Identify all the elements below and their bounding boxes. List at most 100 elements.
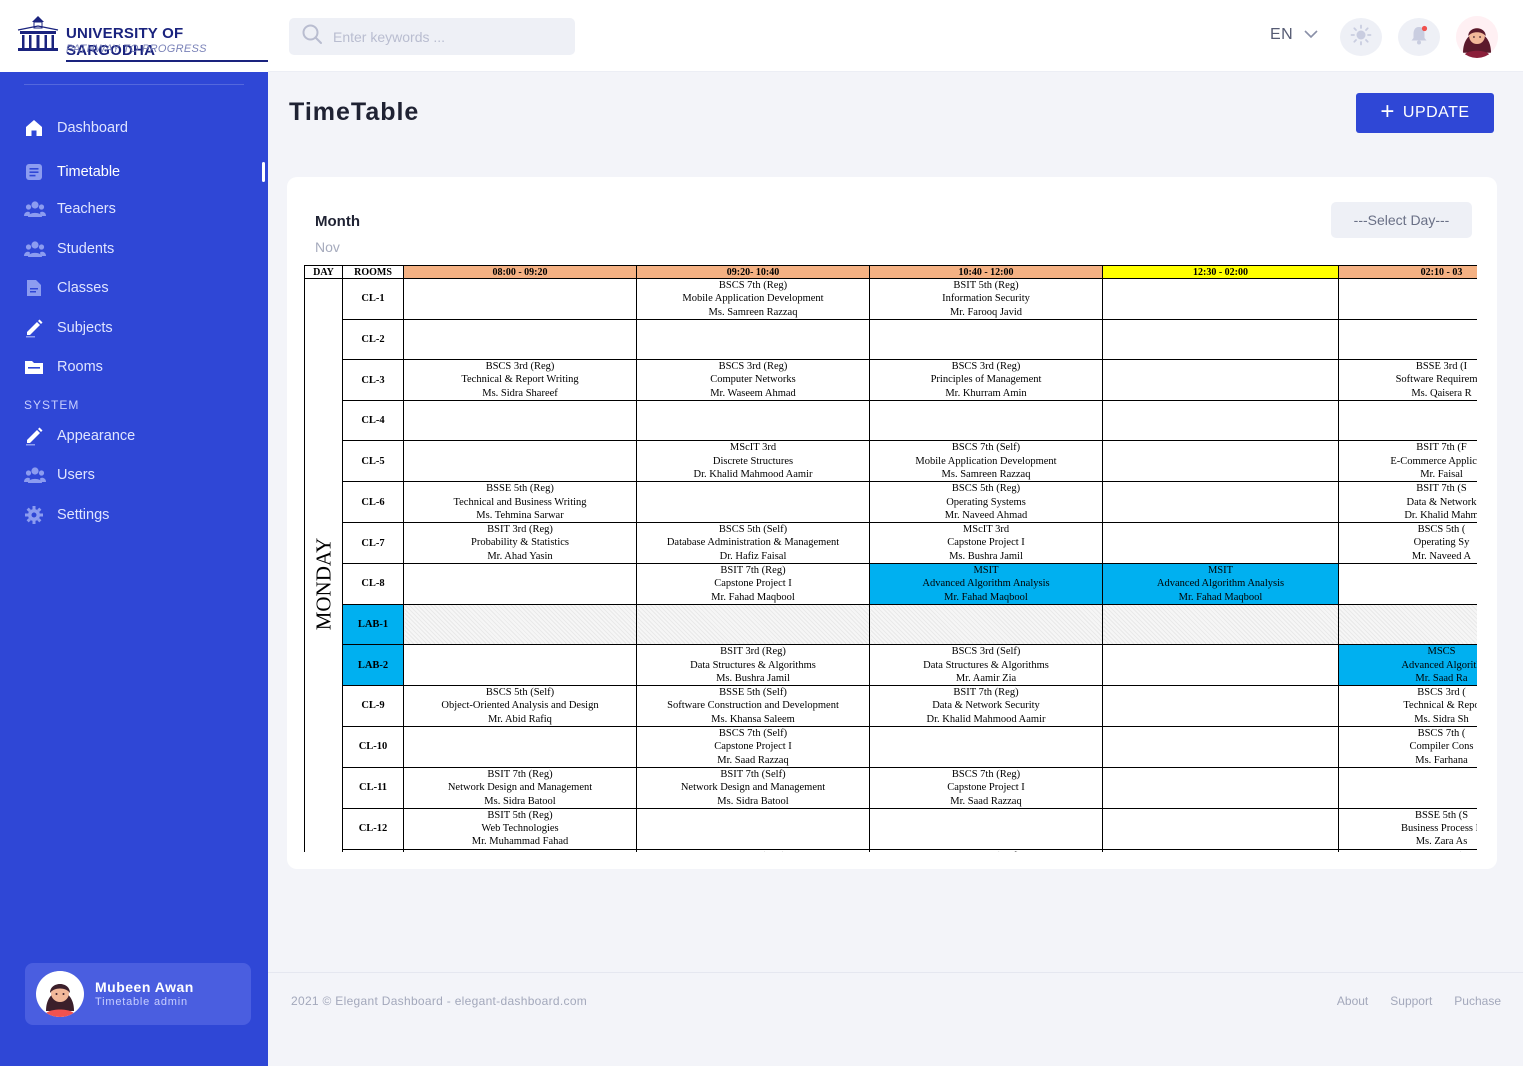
select-day-dropdown[interactable]: ---Select Day--- xyxy=(1331,202,1472,238)
class-slot-cell[interactable] xyxy=(636,807,870,850)
class-slot-cell[interactable] xyxy=(1338,400,1477,442)
class-slot-cell[interactable] xyxy=(869,726,1103,768)
class-slot-cell[interactable] xyxy=(636,400,870,442)
class-slot-cell[interactable] xyxy=(1102,807,1339,850)
sidebar-item-subjects[interactable]: Subjects xyxy=(0,308,268,348)
class-slot-cell[interactable]: BSCS 5th (Operating Sy Mr. Naveed A xyxy=(1338,522,1477,565)
class-slot-cell[interactable]: BSSE 5th (Self) Software Construction and… xyxy=(636,685,870,728)
class-slot-cell[interactable]: BSSE 5th (S Business Process E Ms. Zara As xyxy=(1338,807,1477,850)
language-selector[interactable]: EN xyxy=(1270,26,1319,44)
class-slot-cell[interactable]: BSSE 5th (Self) xyxy=(869,848,1103,852)
class-slot-cell[interactable] xyxy=(869,400,1103,442)
class-slot-cell[interactable] xyxy=(1102,726,1339,768)
sidebar-item-rooms[interactable]: Rooms xyxy=(0,347,268,387)
month-value[interactable]: Nov xyxy=(315,239,340,255)
class-slot-cell[interactable]: BSIT 7th (FE-Commerce ApplicatioMr. Fais… xyxy=(1338,440,1477,483)
class-slot-cell[interactable] xyxy=(869,603,1103,646)
footer-link-purchase[interactable]: Puchase xyxy=(1454,994,1501,1008)
class-slot-cell[interactable]: BSCS 7th (Compiler Cons Ms. Farhana xyxy=(1338,726,1477,768)
update-button[interactable]: + UPDATE xyxy=(1356,93,1494,133)
footer-link-about[interactable]: About xyxy=(1337,994,1368,1008)
class-slot-cell[interactable]: BSCS 7th (Self) Mobile Application Develo… xyxy=(869,440,1103,483)
class-slot-cell[interactable]: BSCS 7th (Self) Capstone Project I Mr. Saa… xyxy=(636,726,870,768)
class-slot-cell[interactable] xyxy=(1102,481,1339,524)
class-slot-cell[interactable] xyxy=(1102,318,1339,361)
class-slot-cell[interactable]: BSCS 3rd (Reg) Technical & Report Writing… xyxy=(403,359,637,402)
class-slot-cell[interactable]: BSIT 5th (Reg) Information Security Mr. Fa… xyxy=(869,278,1103,320)
class-slot-cell[interactable] xyxy=(403,644,637,687)
class-slot-cell[interactable]: BSSE 5th (Reg) Technical and Business Wri… xyxy=(403,481,637,524)
class-slot-cell[interactable] xyxy=(636,603,870,646)
class-slot-cell[interactable]: BSCS 3rd (Reg) Principles of Management Mr… xyxy=(869,359,1103,402)
class-slot-cell[interactable]: BSCS 7th (Reg) Capstone Project I Mr. Saad… xyxy=(869,766,1103,809)
class-slot-cell[interactable]: BSIT 3rd (Reg) Data Structures & Algorith… xyxy=(636,644,870,687)
class-slot-cell[interactable] xyxy=(403,318,637,361)
sidebar-item-appearance[interactable]: Appearance xyxy=(0,416,268,456)
theme-toggle-button[interactable] xyxy=(1340,18,1382,56)
class-slot-cell[interactable]: MScIT 3rd Discrete Structures Dr. Khalid M… xyxy=(636,440,870,483)
class-slot-cell[interactable]: BSIT 7th (Reg) Data & Network Security Dr.… xyxy=(869,685,1103,728)
search-input[interactable] xyxy=(333,28,553,45)
search-box[interactable] xyxy=(289,18,575,55)
class-slot-cell[interactable]: BSIT 7th (Self) Network Design and Manage… xyxy=(636,766,870,809)
class-slot-cell[interactable] xyxy=(1338,766,1477,809)
class-slot-cell[interactable] xyxy=(403,563,637,605)
class-slot-cell[interactable] xyxy=(403,278,637,320)
class-slot-cell[interactable] xyxy=(1102,440,1339,483)
class-slot-cell[interactable]: MSIT Advanced Algorithm Analysis Mr. Fahad… xyxy=(869,563,1103,605)
timetable-scroll-area[interactable]: DAY ROOMS 08:00 - 09:20 09:20- 10:40 10:… xyxy=(304,265,1477,852)
class-slot-cell[interactable]: MScIT 3rd Capstone Project I Ms. Bushra Ja… xyxy=(869,522,1103,565)
user-avatar[interactable] xyxy=(1456,16,1498,58)
class-slot-cell[interactable] xyxy=(1102,603,1339,646)
class-slot-cell[interactable]: BSCS 3rd (Reg) Computer Networks Mr. Wasee… xyxy=(636,359,870,402)
sidebar-item-users[interactable]: Users xyxy=(0,455,268,495)
class-slot-cell[interactable] xyxy=(1338,563,1477,605)
sidebar-item-classes[interactable]: Classes xyxy=(0,268,268,308)
class-slot-cell[interactable]: BSSE 3rd (ISoftware RequiremenMs. Qaiser… xyxy=(1338,359,1477,402)
class-slot-cell[interactable]: BSIT 5th (Reg) Web Technologies Mr. Muhamm… xyxy=(403,807,637,850)
class-slot-cell[interactable] xyxy=(636,481,870,524)
class-slot-cell[interactable] xyxy=(1102,766,1339,809)
class-slot-cell[interactable]: BSIT 7th (S Data & Network Dr. Khalid Mahm xyxy=(1338,481,1477,524)
room-cell: LAB-1 xyxy=(342,603,404,646)
class-slot-cell[interactable] xyxy=(869,318,1103,361)
class-slot-cell[interactable] xyxy=(1338,318,1477,361)
class-slot-cell[interactable]: BSIT 5th (Reg) xyxy=(636,848,870,852)
class-slot-cell[interactable] xyxy=(1102,278,1339,320)
class-slot-cell[interactable]: BSIT 7th (Reg) Capstone Project I Mr. Faha… xyxy=(636,563,870,605)
sidebar-item-timetable[interactable]: Timetable xyxy=(0,152,268,192)
class-slot-cell[interactable] xyxy=(1102,359,1339,402)
profile-card[interactable]: Mubeen Awan Timetable admin xyxy=(25,963,251,1025)
sidebar-item-teachers[interactable]: Teachers xyxy=(0,189,268,229)
class-slot-cell[interactable]: BSCS 5th (Self) Object-Oriented Analysis … xyxy=(403,685,637,728)
sidebar-item-settings[interactable]: Settings xyxy=(0,495,268,535)
class-slot-cell[interactable]: BSIT 5th (S xyxy=(1338,848,1477,852)
class-slot-cell[interactable]: BSIT 7th (Reg) Network Design and Managem… xyxy=(403,766,637,809)
class-slot-cell[interactable] xyxy=(1338,278,1477,320)
footer-link-support[interactable]: Support xyxy=(1390,994,1432,1008)
class-slot-cell[interactable] xyxy=(1338,603,1477,646)
class-slot-cell[interactable]: BSCS 3rd (Technical & Repo Ms. Sidra Sh xyxy=(1338,685,1477,728)
notifications-button[interactable] xyxy=(1398,18,1440,56)
class-slot-cell[interactable] xyxy=(1102,685,1339,728)
class-slot-cell[interactable] xyxy=(1102,400,1339,442)
class-slot-cell[interactable] xyxy=(1102,848,1339,852)
class-slot-cell[interactable]: BSCS 7th (Reg) Mobile Application Develop… xyxy=(636,278,870,320)
class-slot-cell[interactable]: BSCS 5th (Reg) Operating Systems Mr. Navee… xyxy=(869,481,1103,524)
class-slot-cell[interactable] xyxy=(403,848,637,852)
class-slot-cell[interactable]: MSCS Advanced Algorith Mr. Saad Ra xyxy=(1338,644,1477,687)
class-slot-cell[interactable] xyxy=(1102,522,1339,565)
class-slot-cell[interactable] xyxy=(403,400,637,442)
class-slot-cell[interactable] xyxy=(403,603,637,646)
class-slot-cell[interactable] xyxy=(403,440,637,483)
class-slot-cell[interactable] xyxy=(636,318,870,361)
sidebar-item-dashboard[interactable]: Dashboard xyxy=(0,108,268,148)
sidebar-item-students[interactable]: Students xyxy=(0,229,268,269)
class-slot-cell[interactable] xyxy=(869,807,1103,850)
class-slot-cell[interactable]: BSCS 5th (Self) Database Administration &… xyxy=(636,522,870,565)
class-slot-cell[interactable]: BSIT 3rd (Reg) Probability & Statistics Mr… xyxy=(403,522,637,565)
class-slot-cell[interactable]: MSIT Advanced Algorithm Analysis Mr. Fahad… xyxy=(1102,563,1339,605)
class-slot-cell[interactable] xyxy=(1102,644,1339,687)
class-slot-cell[interactable] xyxy=(403,726,637,768)
class-slot-cell[interactable]: BSCS 3rd (Self) Data Structures & Algorit… xyxy=(869,644,1103,687)
